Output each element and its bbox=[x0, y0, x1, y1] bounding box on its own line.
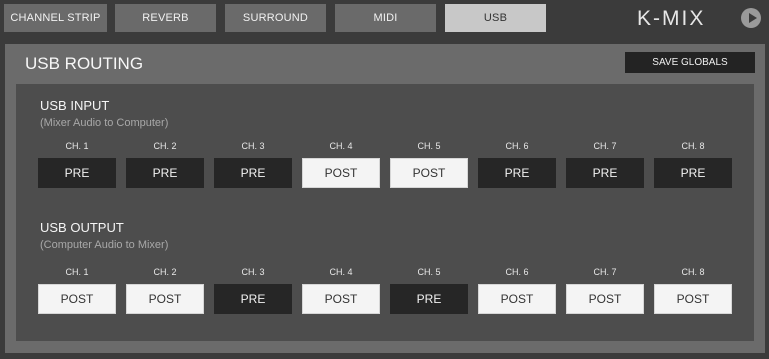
usb-input-title: USB INPUT bbox=[40, 98, 110, 113]
routing-section: USB INPUT (Mixer Audio to Computer) CH. … bbox=[16, 84, 754, 341]
usb-output-ch4-label: CH. 4 bbox=[329, 267, 353, 277]
usb-output-subtitle: (Computer Audio to Mixer) bbox=[40, 239, 169, 251]
tab-usb[interactable]: USB bbox=[445, 4, 546, 32]
usb-output-ch5-toggle-button[interactable]: PRE bbox=[390, 284, 468, 314]
usb-output-title: USB OUTPUT bbox=[40, 220, 124, 235]
usb-output-ch5-label: CH. 5 bbox=[417, 267, 441, 277]
usb-input-ch8-label: CH. 8 bbox=[681, 141, 705, 151]
usb-output-ch4-toggle-button[interactable]: POST bbox=[302, 284, 380, 314]
tab-channel-strip[interactable]: CHANNEL STRIP bbox=[4, 4, 107, 32]
play-icon[interactable] bbox=[741, 8, 761, 28]
usb-input-ch7-toggle-button[interactable]: PRE bbox=[566, 158, 644, 188]
usb-output-ch8-label: CH. 8 bbox=[681, 267, 705, 277]
tab-reverb[interactable]: REVERB bbox=[115, 4, 216, 32]
usb-output-ch2-label: CH. 2 bbox=[153, 267, 177, 277]
usb-input-ch5-label: CH. 5 bbox=[417, 141, 441, 151]
usb-input-ch6-label: CH. 6 bbox=[505, 141, 529, 151]
usb-output-ch3-label: CH. 3 bbox=[241, 267, 265, 277]
usb-input-ch4-label: CH. 4 bbox=[329, 141, 353, 151]
usb-input-ch4-toggle-button[interactable]: POST bbox=[302, 158, 380, 188]
usb-input-ch3-toggle-button[interactable]: PRE bbox=[214, 158, 292, 188]
usb-output-ch1-label: CH. 1 bbox=[65, 267, 89, 277]
usb-input-ch6-toggle-button[interactable]: PRE bbox=[478, 158, 556, 188]
usb-input-ch2-label: CH. 2 bbox=[153, 141, 177, 151]
usb-input-ch7-label: CH. 7 bbox=[593, 141, 617, 151]
tab-bar: CHANNEL STRIP REVERB SURROUND MIDI USB K… bbox=[0, 0, 769, 38]
save-globals-button[interactable]: SAVE GLOBALS bbox=[625, 52, 755, 73]
usb-input-ch5-toggle-button[interactable]: POST bbox=[390, 158, 468, 188]
usb-input-ch1-label: CH. 1 bbox=[65, 141, 89, 151]
brand-logo: K-MIX bbox=[637, 7, 706, 30]
usb-output-ch3-toggle-button[interactable]: PRE bbox=[214, 284, 292, 314]
tab-surround[interactable]: SURROUND bbox=[225, 4, 326, 32]
usb-output-ch8-toggle-button[interactable]: POST bbox=[654, 284, 732, 314]
usb-output-ch6-toggle-button[interactable]: POST bbox=[478, 284, 556, 314]
usb-output-ch2-toggle-button[interactable]: POST bbox=[126, 284, 204, 314]
usb-input-ch8-toggle-button[interactable]: PRE bbox=[654, 158, 732, 188]
usb-input-subtitle: (Mixer Audio to Computer) bbox=[40, 117, 169, 129]
usb-input-ch3-label: CH. 3 bbox=[241, 141, 265, 151]
usb-output-ch1-toggle-button[interactable]: POST bbox=[38, 284, 116, 314]
tab-midi[interactable]: MIDI bbox=[335, 4, 436, 32]
page-title: USB ROUTING bbox=[25, 54, 144, 73]
usb-input-ch2-toggle-button[interactable]: PRE bbox=[126, 158, 204, 188]
usb-output-ch6-label: CH. 6 bbox=[505, 267, 529, 277]
usb-input-ch1-toggle-button[interactable]: PRE bbox=[38, 158, 116, 188]
usb-routing-panel: USB ROUTING SAVE GLOBALS USB INPUT (Mixe… bbox=[5, 44, 765, 353]
usb-output-ch7-label: CH. 7 bbox=[593, 267, 617, 277]
usb-output-ch7-toggle-button[interactable]: POST bbox=[566, 284, 644, 314]
